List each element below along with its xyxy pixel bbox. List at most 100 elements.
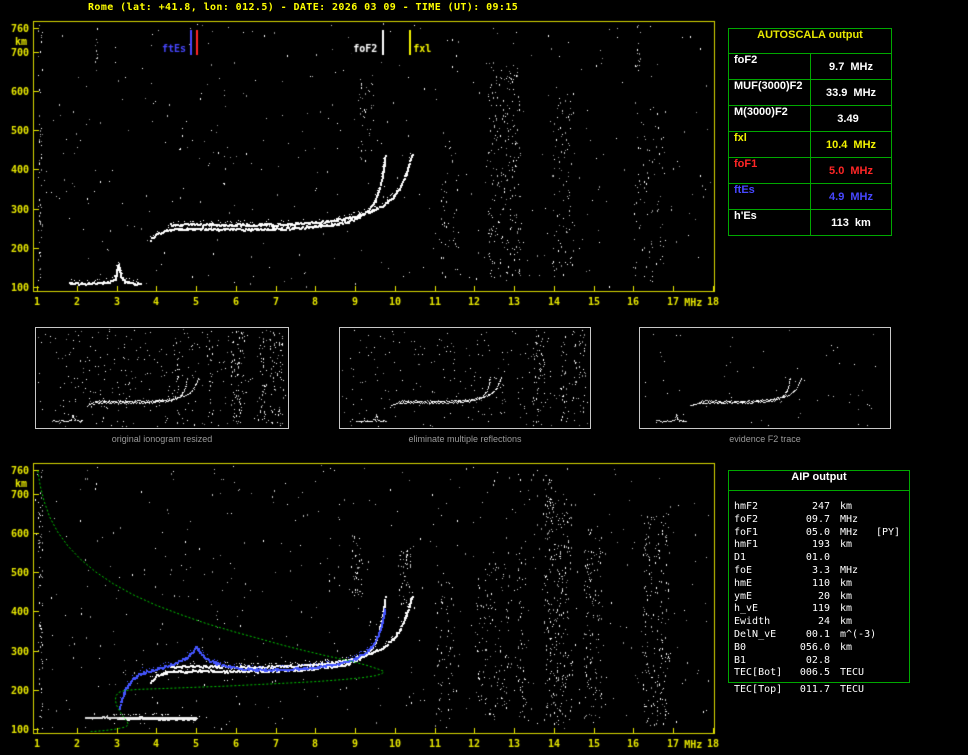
aip-table-row: hmF2 247 km	[729, 501, 909, 514]
aip-label: ymE	[734, 590, 753, 602]
aip-unit: TECU	[840, 684, 865, 695]
autoscala-ionogram-plot	[0, 13, 724, 313]
aip-label: foF2	[734, 513, 759, 525]
aip-table-row: DelN_vE 00.1 m^(-3)	[729, 629, 909, 642]
station-date-title: Rome (lat: +41.8, lon: 012.5) - DATE: 20…	[88, 2, 519, 13]
thumb-caption-evidence: evidence F2 trace	[729, 434, 801, 444]
parameter-value: 4.9 MHz	[829, 190, 873, 203]
aip-note	[874, 684, 909, 697]
aip-table-row: TEC[Bot] 006.5 TECU	[729, 667, 909, 680]
aip-value: 006.5	[799, 667, 830, 679]
tec-top-row-container: TEC[Top] 011.7 TECU	[729, 684, 909, 697]
aip-label: foE	[734, 564, 753, 576]
autoscala-rows: foF2 9.7 MHz MUF(3000)F2 33.9 MHz M(3000)F2 3.4…	[729, 54, 891, 235]
autoscala-table-row: M(3000)F2 3.49	[729, 106, 891, 132]
parameter-value: 9.7 MHz	[829, 60, 873, 73]
parameter-label: foF2	[729, 54, 811, 79]
aip-rows: hmF2 247 km foF2 09.7 MHz foF1 05.0 MHz [PY] hmF1 1…	[729, 491, 909, 682]
aip-note	[874, 642, 909, 655]
aip-note: [PY]	[876, 526, 901, 538]
aip-label: h_vE	[734, 603, 759, 615]
aip-unit: km	[840, 590, 853, 602]
aip-unit: km	[840, 603, 853, 615]
aip-table-row: B1 02.8	[729, 655, 909, 668]
aip-value: 24	[817, 616, 830, 628]
parameter-value: 3.49	[837, 112, 859, 125]
aip-table-row: B0 056.0 km	[729, 642, 909, 655]
aip-label: hmF2	[734, 501, 759, 512]
aip-note	[874, 539, 909, 552]
aip-note	[874, 501, 909, 514]
parameter-value: 33.9 MHz	[825, 86, 877, 99]
aip-unit: km	[840, 616, 853, 628]
aip-label: B1	[734, 654, 747, 666]
aip-value: 02.8	[805, 654, 830, 666]
parameter-value: 5.0 MHz	[829, 164, 873, 177]
parameter-label: ftEs	[729, 184, 811, 209]
aip-table-row: h_vE 119 km	[729, 603, 909, 616]
aip-unit: km	[840, 641, 853, 653]
aip-table-row: D1 01.0	[729, 552, 909, 565]
parameter-label: fxl	[729, 132, 811, 157]
autoscala-table-row: foF1 5.0 MHz	[729, 158, 891, 184]
aip-note	[874, 667, 909, 680]
aip-unit	[830, 552, 874, 565]
thumb-evidence-canvas	[640, 328, 890, 428]
aip-table-row: TEC[Top] 011.7 TECU	[729, 684, 909, 697]
aip-value: 011.7	[799, 684, 830, 695]
parameter-value: 113 km	[831, 216, 871, 229]
aip-unit	[830, 655, 874, 668]
aip-value: 193	[811, 539, 830, 551]
aip-label: TEC[Bot]	[734, 667, 783, 679]
parameter-label: foF1	[729, 158, 811, 183]
autoscala-table-row: ftEs 4.9 MHz	[729, 184, 891, 210]
aip-unit: m^(-3)	[840, 628, 877, 640]
autoscala-table-row: foF2 9.7 MHz	[729, 54, 891, 80]
aip-note	[874, 629, 909, 642]
aip-note	[874, 552, 909, 565]
autoscala-table-row: MUF(3000)F2 33.9 MHz	[729, 80, 891, 106]
aip-table-row: foF2 09.7 MHz	[729, 514, 909, 527]
aip-unit: km	[840, 577, 853, 589]
aip-label: hmE	[734, 577, 753, 589]
autoscala-output-panel: AUTOSCALA output foF2 9.7 MHz MUF(3000)F2 33…	[728, 28, 892, 236]
aip-value: 056.0	[799, 641, 830, 653]
aip-note	[874, 655, 909, 668]
autoscala-table-row: fxl 10.4 MHz	[729, 132, 891, 158]
aip-value: 119	[811, 603, 830, 615]
aip-label: B0	[734, 641, 747, 653]
aip-unit: TECU	[840, 667, 865, 679]
aip-note	[874, 603, 909, 616]
aip-note	[874, 565, 909, 578]
aip-unit: MHz	[840, 526, 859, 538]
aip-label: DelN_vE	[734, 628, 777, 640]
aip-unit: km	[840, 501, 853, 512]
aip-value: 00.1	[805, 628, 830, 640]
thumb-original-ionogram	[35, 327, 289, 429]
aip-value: 110	[811, 577, 830, 589]
thumb-eliminate-multiples	[339, 327, 591, 429]
autoscala-panel-title: AUTOSCALA output	[729, 29, 891, 54]
aip-note	[874, 514, 909, 527]
aip-table-row: hmF1 193 km	[729, 539, 909, 552]
aip-value: 3.3	[811, 564, 830, 576]
aip-table-row: Ewidth 24 km	[729, 616, 909, 629]
aip-note	[874, 578, 909, 591]
aip-label: Ewidth	[734, 616, 771, 628]
aip-value: 01.0	[805, 552, 830, 564]
aip-label: foF1	[734, 526, 759, 538]
aip-label: D1	[734, 552, 747, 564]
aip-value: 20	[817, 590, 830, 602]
aip-note	[874, 591, 909, 604]
aip-note	[874, 616, 909, 629]
aip-table-row: foF1 05.0 MHz [PY]	[729, 527, 909, 540]
aip-label: TEC[Top]	[734, 684, 783, 695]
parameter-label: M(3000)F2	[729, 106, 811, 131]
aip-output-panel: AIP output hmF2 247 km foF2 09.7 MHz foF1 05.0 M…	[728, 470, 910, 684]
aip-value: 247	[811, 501, 830, 512]
aip-unit: MHz	[840, 564, 859, 576]
aip-value: 09.7	[805, 513, 830, 525]
aip-value: 05.0	[805, 526, 830, 538]
parameter-label: MUF(3000)F2	[729, 80, 811, 105]
aip-label: hmF1	[734, 539, 759, 551]
